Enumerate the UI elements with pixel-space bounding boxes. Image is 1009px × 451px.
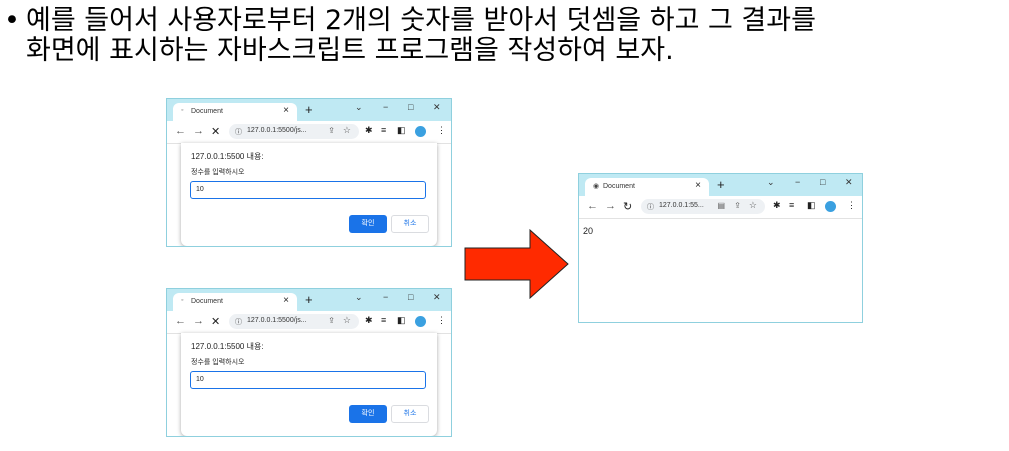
prompt-input[interactable]: 10: [190, 371, 426, 389]
info-icon: ⓘ: [235, 319, 242, 326]
forward-icon[interactable]: →: [193, 315, 204, 327]
globe-icon: ◉: [593, 183, 600, 190]
browser-window-prompt-1: ◦ Document × + ⌄ − □ ✕ ← → ✕ ⓘ 127.0.0.1…: [166, 98, 452, 247]
tab-close-icon[interactable]: ×: [283, 295, 289, 306]
loading-icon: ◦: [181, 297, 184, 304]
close-window-button[interactable]: ✕: [433, 292, 441, 303]
reading-list-icon[interactable]: ≡: [381, 315, 386, 325]
side-panel-icon[interactable]: ◧: [397, 125, 406, 136]
tab-document[interactable]: ◦ Document ×: [173, 293, 297, 311]
tab-search-icon[interactable]: ⌄: [355, 292, 363, 303]
profile-avatar[interactable]: [415, 126, 426, 137]
dialog-message: 정수를 입력하시오: [191, 359, 245, 366]
profile-avatar[interactable]: [415, 316, 426, 327]
new-tab-button[interactable]: +: [305, 102, 313, 117]
bookmark-star-icon[interactable]: ☆: [343, 125, 351, 136]
url-text: 127.0.0.1:5500/js...: [247, 317, 307, 324]
maximize-button[interactable]: □: [408, 102, 413, 112]
title-bar: ◦ Document × + ⌄ − □ ✕: [167, 289, 451, 311]
dialog-origin: 127.0.0.1:5500 내용:: [191, 342, 264, 351]
maximize-button[interactable]: □: [408, 292, 413, 302]
share-icon[interactable]: ⇪: [734, 201, 741, 210]
browser-window-result: ◉ Document × + ⌄ − □ ✕ ← → ↻ ⓘ 127.0.0.1…: [578, 173, 863, 323]
address-bar[interactable]: ⓘ 127.0.0.1:5500/js... ⇪ ☆: [229, 124, 359, 139]
loading-icon: ◦: [181, 107, 184, 114]
title-bar: ◦ Document × + ⌄ − □ ✕: [167, 99, 451, 121]
extensions-icon[interactable]: ✱: [773, 200, 781, 211]
page-output: 20: [583, 226, 594, 236]
bullet-icon: •: [4, 5, 20, 36]
info-icon: ⓘ: [647, 204, 654, 211]
stop-icon[interactable]: ✕: [211, 125, 220, 138]
close-window-button[interactable]: ✕: [845, 177, 853, 188]
translate-icon[interactable]: ▤: [717, 201, 725, 210]
tab-search-icon[interactable]: ⌄: [355, 102, 363, 113]
reload-icon[interactable]: ↻: [623, 200, 632, 213]
tab-title: Document: [191, 108, 223, 115]
extensions-icon[interactable]: ✱: [365, 125, 373, 136]
toolbar: ← → ✕ ⓘ 127.0.0.1:5500/js... ⇪ ☆ ✱ ≡ ◧ ⋮: [167, 311, 451, 334]
menu-icon[interactable]: ⋮: [847, 200, 856, 211]
minimize-button[interactable]: −: [795, 177, 800, 187]
url-text: 127.0.0.1:5500/js...: [247, 127, 307, 134]
address-bar[interactable]: ⓘ 127.0.0.1:55... ▤ ⇪ ☆: [641, 199, 765, 214]
dialog-origin: 127.0.0.1:5500 내용:: [191, 152, 264, 161]
bookmark-star-icon[interactable]: ☆: [343, 315, 351, 326]
minimize-button[interactable]: −: [383, 102, 388, 112]
extensions-icon[interactable]: ✱: [365, 315, 373, 326]
tab-title: Document: [603, 183, 635, 190]
cancel-button[interactable]: 취소: [391, 215, 429, 233]
stop-icon[interactable]: ✕: [211, 315, 220, 328]
new-tab-button[interactable]: +: [717, 177, 725, 192]
tab-search-icon[interactable]: ⌄: [767, 177, 775, 188]
prompt-dialog: 127.0.0.1:5500 내용: 정수를 입력하시오 10 확인 취소: [181, 333, 437, 436]
prompt-dialog: 127.0.0.1:5500 내용: 정수를 입력하시오 10 확인 취소: [181, 143, 437, 246]
back-icon[interactable]: ←: [175, 315, 186, 327]
side-panel-icon[interactable]: ◧: [807, 200, 816, 211]
ok-button[interactable]: 확인: [349, 215, 387, 233]
minimize-button[interactable]: −: [383, 292, 388, 302]
title-bar: ◉ Document × + ⌄ − □ ✕: [579, 174, 862, 196]
share-icon[interactable]: ⇪: [328, 126, 335, 135]
tab-close-icon[interactable]: ×: [695, 180, 701, 191]
reading-list-icon[interactable]: ≡: [789, 200, 794, 210]
url-text: 127.0.0.1:55...: [659, 202, 704, 209]
address-bar[interactable]: ⓘ 127.0.0.1:5500/js... ⇪ ☆: [229, 314, 359, 329]
browser-window-prompt-2: ◦ Document × + ⌄ − □ ✕ ← → ✕ ⓘ 127.0.0.1…: [166, 288, 452, 437]
prompt-input[interactable]: 10: [190, 181, 426, 199]
tab-document[interactable]: ◦ Document ×: [173, 103, 297, 121]
forward-icon[interactable]: →: [605, 200, 616, 212]
menu-icon[interactable]: ⋮: [437, 125, 446, 136]
tab-title: Document: [191, 298, 223, 305]
menu-icon[interactable]: ⋮: [437, 315, 446, 326]
tab-document[interactable]: ◉ Document ×: [585, 178, 709, 196]
reading-list-icon[interactable]: ≡: [381, 125, 386, 135]
back-icon[interactable]: ←: [175, 125, 186, 137]
right-arrow-icon: [464, 229, 569, 299]
ok-button[interactable]: 확인: [349, 405, 387, 423]
bookmark-star-icon[interactable]: ☆: [749, 200, 757, 211]
slide-text: 예를 들어서 사용자로부터 2개의 숫자를 받아서 덧셈을 하고 그 결과를 화…: [26, 5, 816, 66]
forward-icon[interactable]: →: [193, 125, 204, 137]
tab-close-icon[interactable]: ×: [283, 105, 289, 116]
slide-bullet: • 예를 들어서 사용자로부터 2개의 숫자를 받아서 덧셈을 하고 그 결과를…: [4, 6, 1004, 96]
cancel-button[interactable]: 취소: [391, 405, 429, 423]
new-tab-button[interactable]: +: [305, 292, 313, 307]
side-panel-icon[interactable]: ◧: [397, 315, 406, 326]
maximize-button[interactable]: □: [820, 177, 825, 187]
close-window-button[interactable]: ✕: [433, 102, 441, 113]
back-icon[interactable]: ←: [587, 200, 598, 212]
toolbar: ← → ✕ ⓘ 127.0.0.1:5500/js... ⇪ ☆ ✱ ≡ ◧ ⋮: [167, 121, 451, 144]
dialog-message: 정수를 입력하시오: [191, 169, 245, 176]
info-icon: ⓘ: [235, 129, 242, 136]
toolbar: ← → ↻ ⓘ 127.0.0.1:55... ▤ ⇪ ☆ ✱ ≡ ◧ ⋮: [579, 196, 862, 219]
profile-avatar[interactable]: [825, 201, 836, 212]
share-icon[interactable]: ⇪: [328, 316, 335, 325]
